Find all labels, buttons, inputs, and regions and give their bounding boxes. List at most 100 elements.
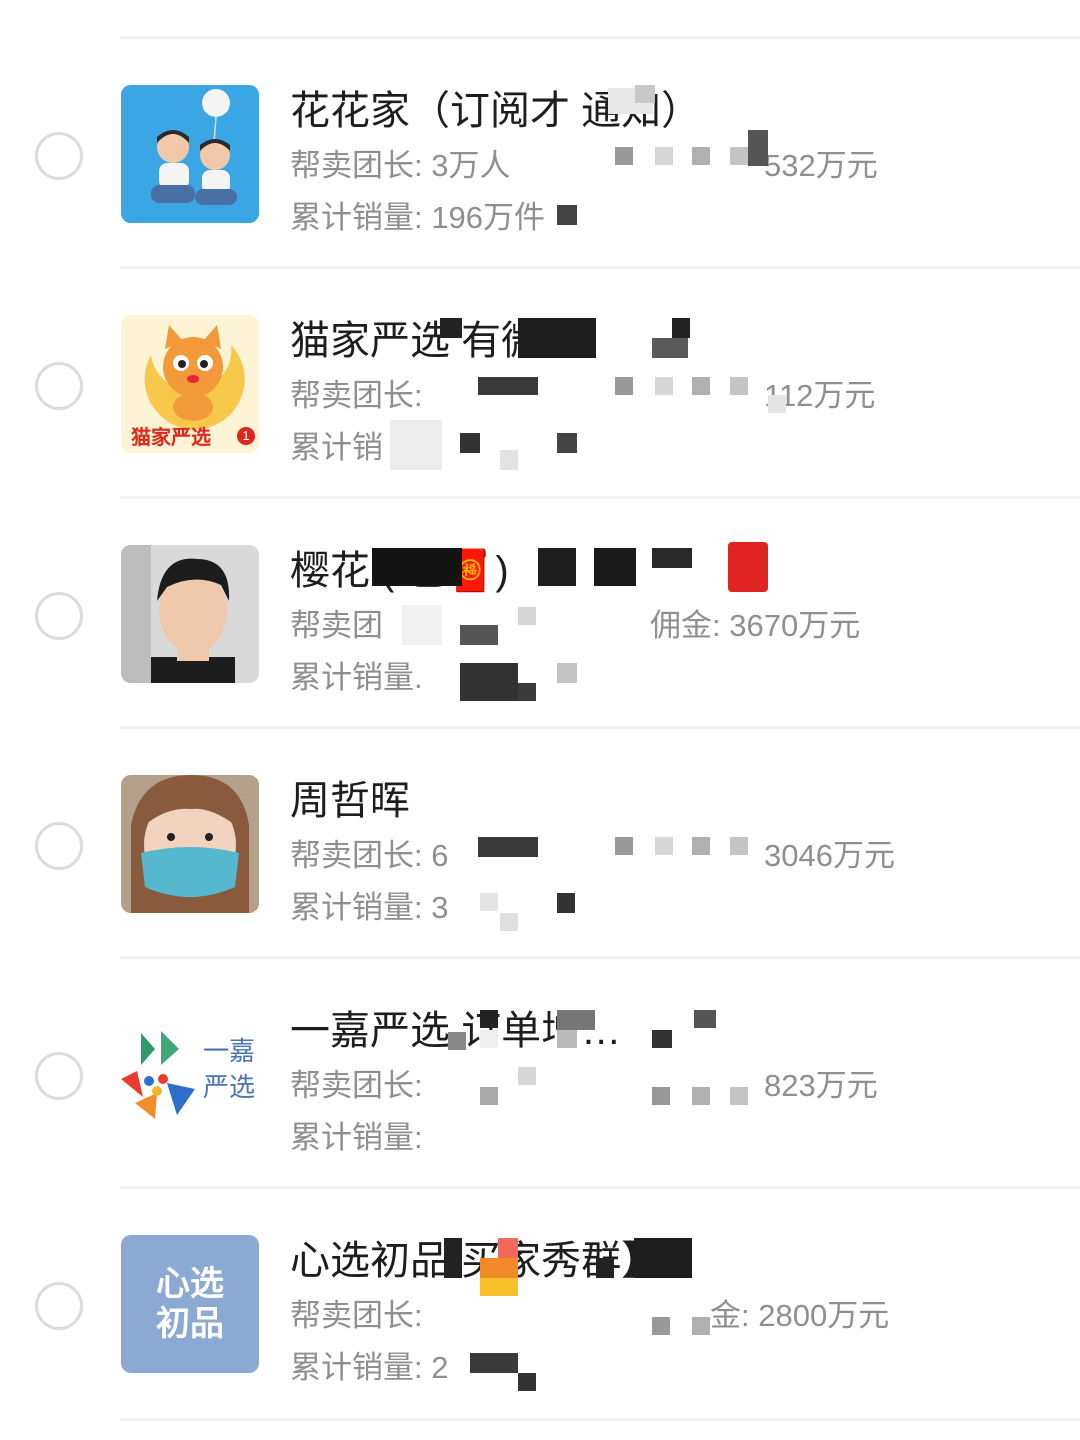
photo-man-icon: [121, 545, 259, 683]
helper-count-label: 帮卖团长:: [290, 378, 423, 413]
avatar-label: 猫家严选: [131, 425, 211, 449]
commission-amount: 佣金: 3670万元: [650, 608, 861, 643]
select-radio[interactable]: [35, 1052, 83, 1100]
mosaic-block: [440, 318, 462, 338]
list-item[interactable]: 周哲晖 帮卖团长: 6 3046万元 累计销量: 3: [0, 730, 1080, 960]
row-title: 猫家严选 有微信】: [290, 319, 622, 363]
mosaic-block: [748, 130, 768, 166]
row-title: 花花家（订阅才 通知）: [290, 89, 702, 133]
mosaic-block: [460, 663, 518, 701]
commission-amount: 532万元: [764, 148, 878, 183]
select-radio[interactable]: [35, 132, 83, 180]
helper-count-label: 帮卖团长:: [290, 1068, 423, 1103]
helper-count: 帮卖团长: 6 3046万元: [290, 830, 930, 875]
mosaic-block: [594, 548, 636, 586]
avatar-label-line1: 心选: [156, 1264, 224, 1304]
mosaic-block: [480, 893, 498, 911]
mosaic-block: [672, 318, 690, 338]
mosaic-block: [768, 395, 786, 413]
mosaic-block: [730, 1087, 748, 1105]
mosaic-block: [538, 548, 576, 586]
mosaic-block: [498, 1238, 518, 1258]
helper-count: 帮卖团长: 3万人 532万元: [290, 140, 930, 185]
avatar-label-line1: 一嘉: [203, 1037, 256, 1067]
avatar-label-line2: 严选: [203, 1073, 256, 1103]
mosaic-block: [518, 683, 536, 701]
mosaic-block: [655, 837, 673, 855]
total-sales: 累计销量.: [290, 660, 423, 695]
avatar: 心选 初品: [121, 1235, 259, 1373]
helper-count-label: 帮卖团: [290, 608, 383, 643]
mosaic-block: [652, 1030, 672, 1048]
select-radio[interactable]: [35, 1282, 83, 1330]
seller-list: 花花家（订阅才 通知） 帮卖团长: 3万人 532万元 累计销量: 196万件: [0, 0, 1080, 1440]
mosaic-block: [480, 1087, 498, 1105]
commission-amount: 金: 2800万元: [710, 1298, 890, 1333]
helper-count-label: 帮卖团长: 6: [290, 838, 449, 873]
row-title: 一嘉严选 订单增…: [290, 1009, 622, 1053]
photo-woman-mask-icon: [121, 775, 259, 913]
list-item[interactable]: 花花家（订阅才 通知） 帮卖团长: 3万人 532万元 累计销量: 196万件: [0, 40, 1080, 270]
mosaic-block: [518, 1067, 536, 1085]
helper-count-label: 帮卖团长:: [290, 1298, 423, 1333]
mosaic-block: [730, 377, 748, 395]
mosaic-block: [480, 1010, 498, 1028]
mosaic-block: [470, 1353, 518, 1373]
mosaic-block: [692, 147, 710, 165]
list-divider: [120, 1418, 1080, 1421]
select-radio[interactable]: [35, 822, 83, 870]
total-sales: 累计销: [290, 430, 383, 465]
list-divider: [120, 1186, 1080, 1189]
mosaic-block: [692, 1317, 710, 1335]
mosaic-block: [480, 1030, 498, 1048]
list-divider: [120, 726, 1080, 729]
mosaic-block: [500, 450, 518, 470]
mosaic-block: [518, 318, 596, 358]
helper-count: 帮卖团长: 112万元: [290, 370, 930, 415]
list-item[interactable]: 一嘉 严选 一嘉严选 订单增… 帮卖团长: 823万元 累计销量:: [0, 960, 1080, 1190]
mosaic-block: [655, 377, 673, 395]
mosaic-block: [518, 1373, 536, 1391]
list-divider: [120, 266, 1080, 269]
mosaic-block: [692, 837, 710, 855]
avatar-badge: 1: [237, 427, 255, 445]
total-sales: 累计销量: 3: [290, 890, 449, 925]
mosaic-block: [500, 913, 518, 931]
mosaic-block: [652, 548, 692, 568]
avatar: [121, 775, 259, 913]
mosaic-block: [480, 1278, 518, 1296]
mosaic-block: [596, 1258, 614, 1278]
list-item[interactable]: 樱花 ( 包🧧) 帮卖团 佣金: 3670万元 累计销量.: [0, 500, 1080, 730]
list-item[interactable]: 猫家严选 1 猫家严选 有微信】 帮卖团长: 112万元 累计销: [0, 270, 1080, 500]
mosaic-block: [615, 377, 633, 395]
mosaic-block: [692, 377, 710, 395]
mosaic-block: [372, 548, 462, 586]
mosaic-block: [518, 607, 536, 625]
mosaic-block: [557, 205, 577, 225]
total-sales: 累计销量:: [290, 1120, 423, 1155]
mosaic-block: [730, 147, 748, 165]
avatar: [121, 545, 259, 683]
commission-amount: 3046万元: [764, 838, 895, 873]
helper-count: 帮卖团长: 金: 2800万元: [290, 1290, 930, 1335]
mosaic-block: [402, 605, 442, 645]
mosaic-block: [635, 85, 655, 103]
helper-count: 帮卖团长: 823万元: [290, 1060, 930, 1105]
mosaic-block: [390, 420, 442, 470]
mosaic-block: [460, 625, 498, 645]
helper-count: 帮卖团 佣金: 3670万元: [290, 600, 930, 645]
mosaic-block: [634, 1238, 692, 1278]
mosaic-block: [557, 893, 575, 913]
list-divider: [120, 956, 1080, 959]
avatar-label-line2: 初品: [156, 1304, 224, 1344]
mosaic-block: [655, 147, 673, 165]
select-radio[interactable]: [35, 592, 83, 640]
mosaic-block: [652, 1087, 670, 1105]
list-item[interactable]: 心选 初品 心选初品 买家秀群】 帮卖团长: 金: 2800万元 累计销量: 2: [0, 1190, 1080, 1420]
select-radio[interactable]: [35, 362, 83, 410]
avatar: 猫家严选 1: [121, 315, 259, 453]
mosaic-block: [615, 147, 633, 165]
mosaic-block: [557, 663, 577, 683]
total-sales: 累计销量: 196万件: [290, 200, 545, 235]
total-sales: 累计销量: 2: [290, 1350, 449, 1385]
